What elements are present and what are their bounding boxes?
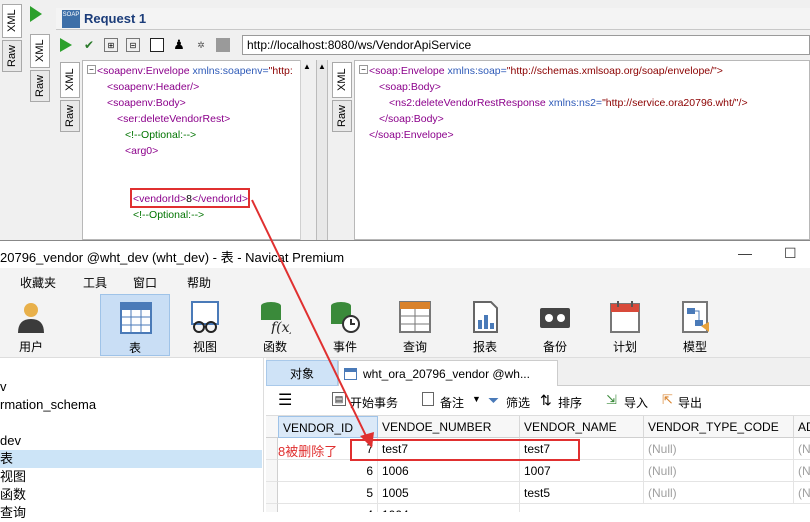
annotation-arrow [251, 199, 374, 448]
